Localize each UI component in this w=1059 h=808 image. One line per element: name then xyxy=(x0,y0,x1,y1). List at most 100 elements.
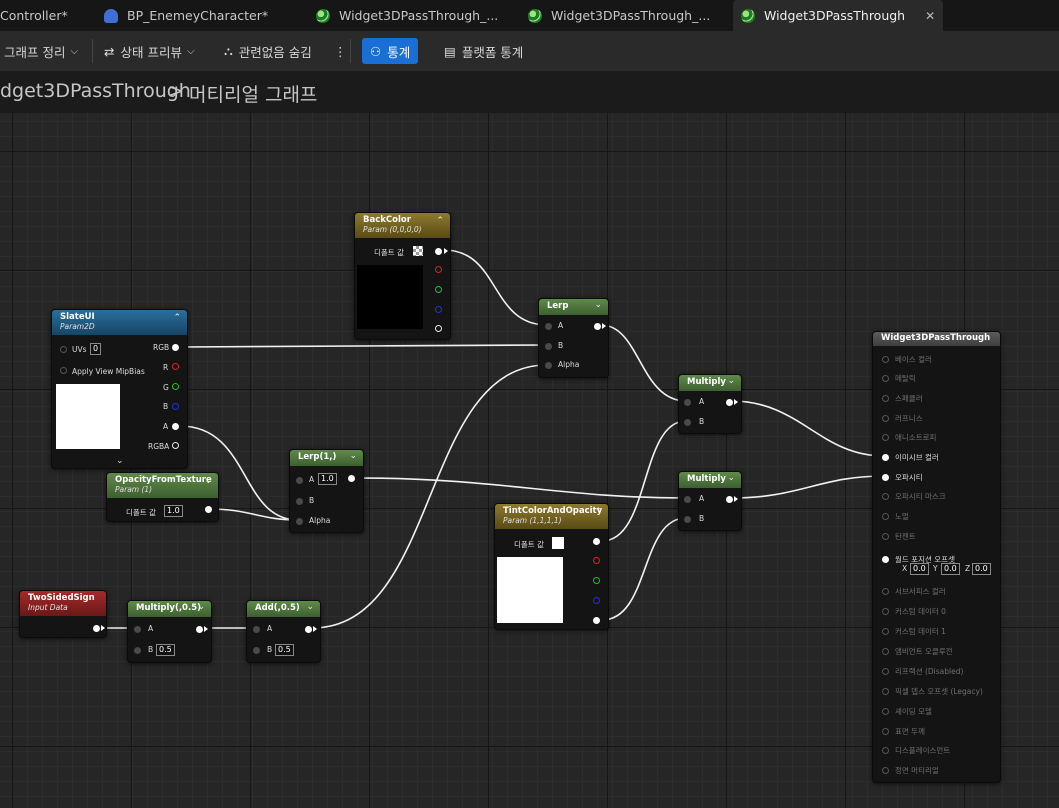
result-input-pin[interactable] xyxy=(882,588,889,595)
hide-unrelated-button[interactable]: ⛬ 관련없음 숨김 xyxy=(224,38,312,64)
output-pin-b[interactable] xyxy=(172,403,179,410)
chevron-down-icon[interactable]: ⌄ xyxy=(204,476,212,486)
output-pin-g[interactable] xyxy=(435,286,442,293)
input-pin-a[interactable] xyxy=(684,496,691,503)
output-pin-r[interactable] xyxy=(435,266,442,273)
input-pin-a[interactable] xyxy=(545,323,552,330)
chevron-down-icon[interactable]: ⌄ xyxy=(727,376,735,386)
node-header[interactable]: BackColor Param (0,0,0,0) ⌃ xyxy=(355,213,450,238)
node-header[interactable]: TintColorAndOpacity Param (1,1,1,1) ⌃ xyxy=(495,504,608,529)
node-header[interactable]: Widget3DPassThrough xyxy=(873,332,1000,346)
input-pin-b[interactable] xyxy=(684,516,691,523)
node-two-sided-sign[interactable]: TwoSidedSign Input Data xyxy=(19,590,107,638)
node-header[interactable]: Multiply ⌄ xyxy=(679,472,741,488)
output-pin[interactable] xyxy=(348,475,355,482)
result-input-pin[interactable] xyxy=(882,415,889,422)
result-input-pin[interactable] xyxy=(882,728,889,735)
input-value-b[interactable]: 0.5 xyxy=(156,644,175,656)
color-swatch[interactable] xyxy=(552,537,564,549)
more-options-icon[interactable]: ⋮ xyxy=(334,38,347,64)
input-pin-uvs[interactable] xyxy=(60,346,67,353)
output-pin-a[interactable] xyxy=(435,325,442,332)
input-value-a[interactable]: 1.0 xyxy=(318,473,337,485)
breadcrumb-asset[interactable]: dget3DPassThrough xyxy=(0,80,191,102)
input-pin-apply-view-mipbias[interactable] xyxy=(60,367,67,374)
result-input-pin[interactable] xyxy=(882,533,889,540)
output-pin-b[interactable] xyxy=(593,597,600,604)
result-input-pin[interactable] xyxy=(882,648,889,655)
result-input-pin[interactable] xyxy=(882,395,889,402)
input-pin-a[interactable] xyxy=(684,399,691,406)
input-pin-a[interactable] xyxy=(296,477,303,484)
node-lerp-mid[interactable]: Lerp(1,) ⌄ A 1.0 B Alpha xyxy=(289,449,364,533)
chevron-down-icon[interactable]: ⌄ xyxy=(349,451,357,461)
output-pin[interactable] xyxy=(93,625,100,632)
result-input-pin[interactable] xyxy=(882,608,889,615)
input-pin-b[interactable] xyxy=(253,647,260,654)
output-pin-rgba[interactable] xyxy=(172,442,179,449)
node-header[interactable]: Add(,0.5) ⌄ xyxy=(247,601,320,617)
result-input-pin[interactable] xyxy=(882,356,889,363)
node-result-widget3dpassthrough[interactable]: Widget3DPassThrough 베이스 컬러 메탈릭 스페큘러 러프니스 애니소… xyxy=(872,331,1001,783)
node-header[interactable]: Lerp ⌄ xyxy=(539,299,608,315)
tab-controller[interactable]: Controller* xyxy=(0,0,92,31)
chevron-down-icon[interactable]: ⌄ xyxy=(594,300,602,310)
result-input-pin[interactable] xyxy=(882,668,889,675)
output-pin-rgb[interactable] xyxy=(593,538,600,545)
output-pin[interactable] xyxy=(205,506,212,513)
node-header[interactable]: SlateUI Param2D ⌃ xyxy=(52,310,187,335)
color-swatch[interactable] xyxy=(413,246,423,256)
chevron-down-icon[interactable]: ⌄ xyxy=(727,473,735,483)
default-value-field[interactable]: 1.0 xyxy=(164,505,183,517)
result-input-pin[interactable] xyxy=(882,767,889,774)
output-pin-b[interactable] xyxy=(435,306,442,313)
node-multiply-mid[interactable]: Multiply ⌄ A B xyxy=(678,471,742,531)
chevron-up-icon[interactable]: ⌃ xyxy=(436,216,444,226)
input-pin-b[interactable] xyxy=(545,343,552,350)
close-icon[interactable]: ✕ xyxy=(925,9,935,23)
chevron-down-icon[interactable]: ⌄ xyxy=(306,602,314,612)
node-header[interactable]: Lerp(1,) ⌄ xyxy=(290,450,363,466)
wpo-y-field[interactable]: 0.0 xyxy=(941,563,960,575)
result-input-pin[interactable] xyxy=(882,493,889,500)
result-input-pin[interactable] xyxy=(882,513,889,520)
state-preview-button[interactable]: ⇄ 상태 프리뷰 ⌵ xyxy=(104,38,195,64)
chevron-down-icon[interactable]: ⌄ xyxy=(197,602,205,612)
output-pin-rgb[interactable] xyxy=(435,248,442,255)
result-input-pin[interactable] xyxy=(882,628,889,635)
wpo-x-field[interactable]: 0.0 xyxy=(910,563,929,575)
node-multiply-half[interactable]: Multiply(,0.5) ⌄ A B 0.5 xyxy=(127,600,212,663)
node-header[interactable]: Multiply ⌄ xyxy=(679,375,741,391)
result-input-pin[interactable] xyxy=(882,688,889,695)
tab-bp-enemey-character[interactable]: BP_EnemeyCharacter* xyxy=(104,0,304,31)
stats-button[interactable]: ⚇ 통계 xyxy=(362,38,419,64)
output-pin-r[interactable] xyxy=(172,363,179,370)
graph-cleanup-button[interactable]: 그래프 정리 ⌵ xyxy=(4,38,78,64)
result-input-pin[interactable] xyxy=(882,474,889,481)
output-pin[interactable] xyxy=(726,399,733,406)
input-value-b[interactable]: 0.5 xyxy=(275,644,294,656)
result-input-pin[interactable] xyxy=(882,434,889,441)
result-input-pin[interactable] xyxy=(882,375,889,382)
node-opacity-from-texture[interactable]: OpacityFromTexture Param (1) ⌄ 디폴트 값 1.0 xyxy=(106,472,219,522)
node-tint-color-and-opacity[interactable]: TintColorAndOpacity Param (1,1,1,1) ⌃ 디폴… xyxy=(494,503,609,630)
input-pin-a[interactable] xyxy=(134,626,141,633)
input-pin-alpha[interactable] xyxy=(296,518,303,525)
output-pin-a[interactable] xyxy=(172,423,179,430)
output-pin[interactable] xyxy=(726,496,733,503)
output-pin[interactable] xyxy=(196,626,203,633)
platform-stats-button[interactable]: ▤ 플랫폼 통계 xyxy=(444,38,523,64)
chevron-down-icon[interactable]: ⌄ xyxy=(116,456,124,466)
output-pin-r[interactable] xyxy=(593,557,600,564)
node-backcolor[interactable]: BackColor Param (0,0,0,0) ⌃ 디폴트 값 xyxy=(354,212,451,340)
breadcrumb-graph[interactable]: 머티리얼 그래프 xyxy=(189,80,317,107)
output-pin-g[interactable] xyxy=(593,577,600,584)
result-input-pin[interactable] xyxy=(882,454,889,461)
input-pin-alpha[interactable] xyxy=(545,362,552,369)
chevron-up-icon[interactable]: ⌃ xyxy=(173,313,181,323)
output-pin-g[interactable] xyxy=(172,383,179,390)
node-add-half[interactable]: Add(,0.5) ⌄ A B 0.5 xyxy=(246,600,321,663)
input-pin-b[interactable] xyxy=(134,647,141,654)
tab-widget3d-active[interactable]: Widget3DPassThrough ✕ xyxy=(733,0,943,31)
chevron-up-icon[interactable]: ⌃ xyxy=(594,507,602,517)
